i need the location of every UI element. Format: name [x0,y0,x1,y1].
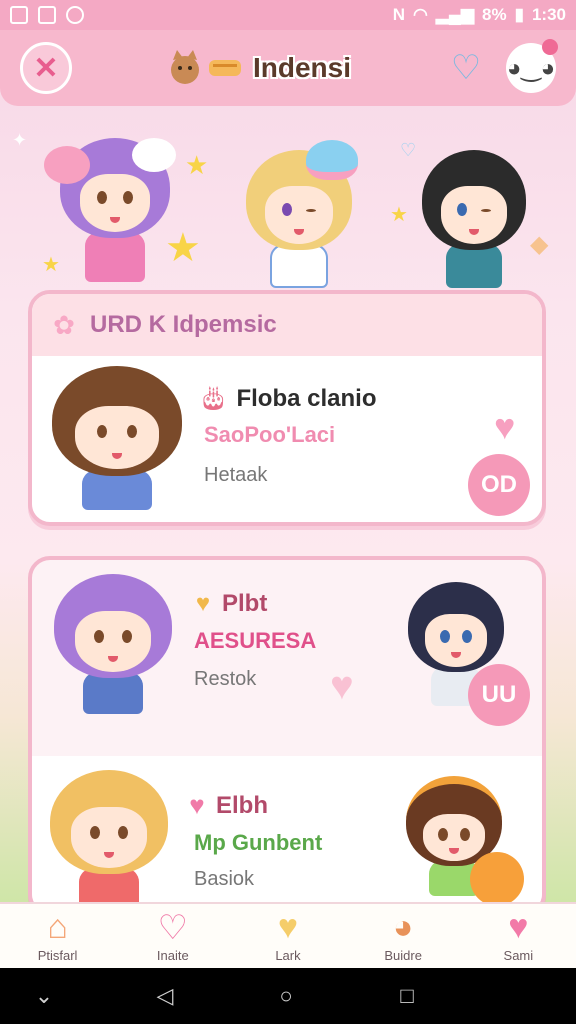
section-title: URD K Idpemsic [90,311,277,338]
recents-icon[interactable]: □ [387,983,427,1009]
chat-button-label: UU [481,681,517,708]
featured-card-header: ✿ URD K Idpemsic [32,294,542,356]
featured-card-body: 🎂︎ Floba clanio SaoPoo'Laci Hetaak ♥ OD [32,356,542,522]
star-icon: ★ [185,150,209,180]
flower-icon: ✿ [53,309,75,340]
notification-icons [10,6,84,24]
close-button[interactable]: ✕ [20,42,72,94]
yellow-heart-icon: ♥ [277,908,299,946]
nfc-icon: N [392,5,405,24]
featured-subtitle: SaoPoo'Laci [204,422,336,447]
heart-outline-icon: ♡ [450,49,482,87]
signal-icon: ▂▄▆ [435,5,475,24]
app-title: Indensi [252,52,351,83]
nav-label: Buidre [384,947,422,963]
close-icon: ✕ [33,51,59,85]
character-illustration [422,150,526,288]
status-indicators: N ◠ ▂▄▆ 8% ▮ 1:30 [393,5,566,25]
yellow-heart-icon: ♥ [195,590,211,617]
pink-heart-icon: ♥ [189,790,205,820]
nav-item-saved[interactable]: ♥ Sami [468,908,568,963]
app-title-group: Indensi [72,48,444,88]
app-notification-icon [66,6,84,24]
status-bar: N ◠ ▂▄▆ 8% ▮ 1:30 [0,0,576,30]
star-icon: ★ [42,254,60,276]
mascot-button[interactable]: ◕‿◕ [506,39,558,93]
character-list: ♥ Plbt AESURESA Restok ♥ UU ♥ Elbh Mp Gu… [28,556,546,916]
nav-item-invite[interactable]: ♡ Inaite [123,908,223,963]
character-illustration [52,366,182,510]
pink-heart-icon: ♥ [508,908,529,946]
list-item-title-row: ♥ Elbh [184,790,268,821]
favorites-button[interactable]: ♡ [444,46,488,90]
notification-icon [10,6,28,24]
heart-badge-icon: ♡ [157,908,189,947]
chat-button[interactable]: UU [468,664,530,726]
mascot-icon: ◕‿◕ [506,54,556,82]
wifi-icon: ◠ [412,5,428,24]
hero-banner: ★ ★ ★ ★ ✦ ♡ ◆ [0,110,576,290]
nav-label: Lark [275,947,301,963]
home-circle-icon[interactable]: ○ [266,983,306,1009]
app-logo [165,48,247,88]
list-item-subtitle: AESURESA [194,628,317,653]
nav-label: Ptisfarl [37,947,78,963]
back-icon[interactable]: ◁ [145,983,185,1009]
star-icon: ★ [165,226,201,270]
list-item-title: Plbt [222,590,268,617]
list-item[interactable]: ♥ Elbh Mp Gunbent Basiok [32,756,542,912]
nav-item-profile[interactable]: ⌂ Ptisfarl [8,908,108,963]
list-item[interactable]: ♥ Plbt AESURESA Restok ♥ UU [32,560,542,740]
sparkle-icon: ✦ [12,130,28,150]
bear-mascot-icon [44,146,90,184]
heart-icon[interactable]: ♥ [494,406,515,448]
chevron-down-icon[interactable]: ⌄ [24,983,64,1009]
featured-title: Floba clanio [236,384,377,412]
battery-icon: ▮ [514,5,524,24]
pet-icon: ◕ [392,908,414,946]
system-nav-bar: ⌄ ◁ ○ □ [0,968,576,1024]
image-notification-icon [38,6,56,24]
battery-label: 8% [482,5,507,24]
list-item-title-row: ♥ Plbt [190,590,267,618]
cake-icon: 🎂︎ [198,385,229,412]
list-item-meta: Basiok [194,868,255,890]
chat-button-label: OD [481,471,517,498]
list-item-meta: Restok [194,668,257,690]
home-icon: ⌂ [47,908,68,946]
heart-icon: ♥ [330,664,354,708]
sparkle-icon: ◆ [530,231,549,258]
clock: 1:30 [531,5,566,24]
nav-item-buddies[interactable]: ◕ Buidre [353,908,453,963]
fruit-mascot-icon [470,852,524,906]
chat-button[interactable]: OD [468,454,530,516]
list-item-title: Elbh [216,791,268,819]
featured-card[interactable]: ✿ URD K Idpemsic 🎂︎ Floba clanio SaoPoo'… [28,290,546,526]
sparkle-icon: ♡ [400,140,417,160]
cloud-mascot-icon [132,138,176,172]
hat-mascot-icon [306,140,358,180]
nav-label: Inaite [156,947,189,963]
list-item-subtitle: Mp Gunbent [194,830,323,855]
app-header: ✕ Indensi ♡ ◕‿◕ [0,30,576,106]
nav-item-lark[interactable]: ♥ Lark [238,908,338,963]
character-illustration [54,574,172,714]
bottom-nav: ⌂ Ptisfarl ♡ Inaite ♥ Lark ◕ Buidre ♥ Sa… [0,902,576,968]
featured-title-row: 🎂︎ Floba clanio [198,384,376,413]
star-icon: ★ [390,204,408,226]
character-illustration [50,770,168,908]
nav-label: Sami [503,947,534,963]
featured-meta: Hetaak [204,464,268,486]
